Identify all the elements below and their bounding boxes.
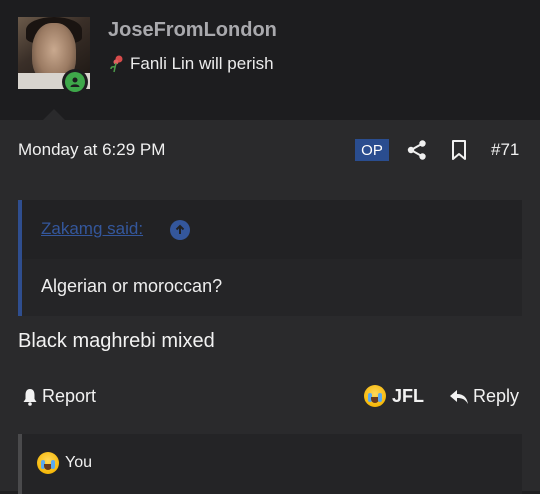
report-button[interactable]: Report — [22, 386, 96, 407]
bell-icon — [23, 388, 37, 406]
reaction-jfl-button[interactable]: JFL — [364, 385, 424, 407]
reaction-label: JFL — [392, 385, 425, 406]
post-message: Black maghrebi mixed — [18, 330, 215, 352]
quote-author-link[interactable]: Zakamg said: — [41, 219, 143, 239]
op-badge: OP — [355, 139, 389, 161]
crying-laughing-emoji-icon — [364, 385, 386, 407]
reactions-summary[interactable]: You — [18, 434, 522, 494]
username-link[interactable]: JoseFromLondon — [108, 19, 277, 42]
report-label: Report — [42, 386, 97, 406]
header-pointer — [43, 109, 65, 120]
share-icon[interactable] — [406, 139, 428, 161]
arrow-up-icon[interactable] — [170, 220, 190, 240]
post-date-link[interactable]: Monday at 6:29 PM — [18, 140, 165, 160]
flower-icon — [110, 55, 123, 73]
reactions-list: You — [37, 452, 92, 474]
reply-button[interactable]: Reply — [449, 386, 519, 407]
online-status-icon — [62, 69, 88, 95]
reply-icon — [450, 389, 468, 404]
quote-block: Zakamg said: Algerian or moroccan? — [18, 200, 522, 316]
reply-label: Reply — [473, 386, 520, 406]
reacted-users: You — [65, 454, 92, 471]
user-title-text: Fanli Lin will perish — [130, 54, 274, 73]
bookmark-icon[interactable] — [450, 139, 468, 161]
crying-laughing-emoji-icon — [37, 452, 59, 474]
quote-text: Algerian or moroccan? — [41, 276, 223, 296]
user-title: Fanli Lin will perish — [108, 54, 274, 74]
post-number-link[interactable]: #71 — [491, 140, 519, 160]
